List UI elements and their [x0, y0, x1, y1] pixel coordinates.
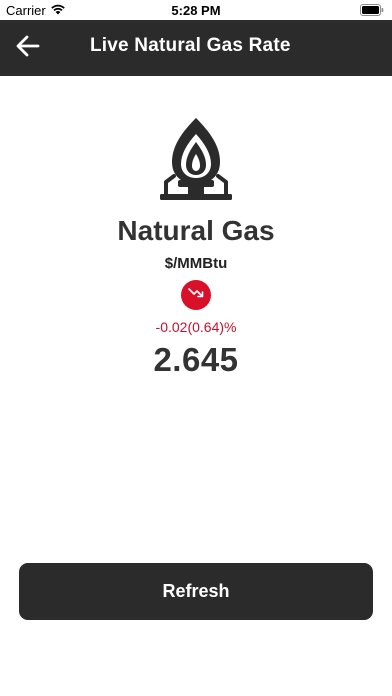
back-button[interactable]: [10, 30, 46, 66]
nav-bar: Live Natural Gas Rate: [0, 20, 392, 76]
trend-badge: [181, 280, 211, 310]
refresh-button[interactable]: Refresh: [19, 563, 373, 620]
app-screen: Carrier 5:28 PM Live Natural Gas Rate Na…: [0, 0, 392, 696]
arrow-left-icon: [16, 35, 40, 62]
battery-icon: [360, 4, 384, 16]
trend-down-icon: [188, 286, 204, 304]
status-bar: Carrier 5:28 PM: [0, 0, 392, 20]
price-value: 2.645: [153, 341, 239, 378]
page-title: Live Natural Gas Rate: [90, 35, 291, 56]
refresh-button-label: Refresh: [162, 581, 230, 601]
status-time: 5:28 PM: [171, 3, 221, 18]
commodity-name: Natural Gas: [117, 215, 275, 246]
gas-burner-icon: [148, 114, 244, 206]
price-change: -0.02(0.64)%: [155, 319, 237, 335]
unit-label: $/MMBtu: [164, 255, 228, 272]
